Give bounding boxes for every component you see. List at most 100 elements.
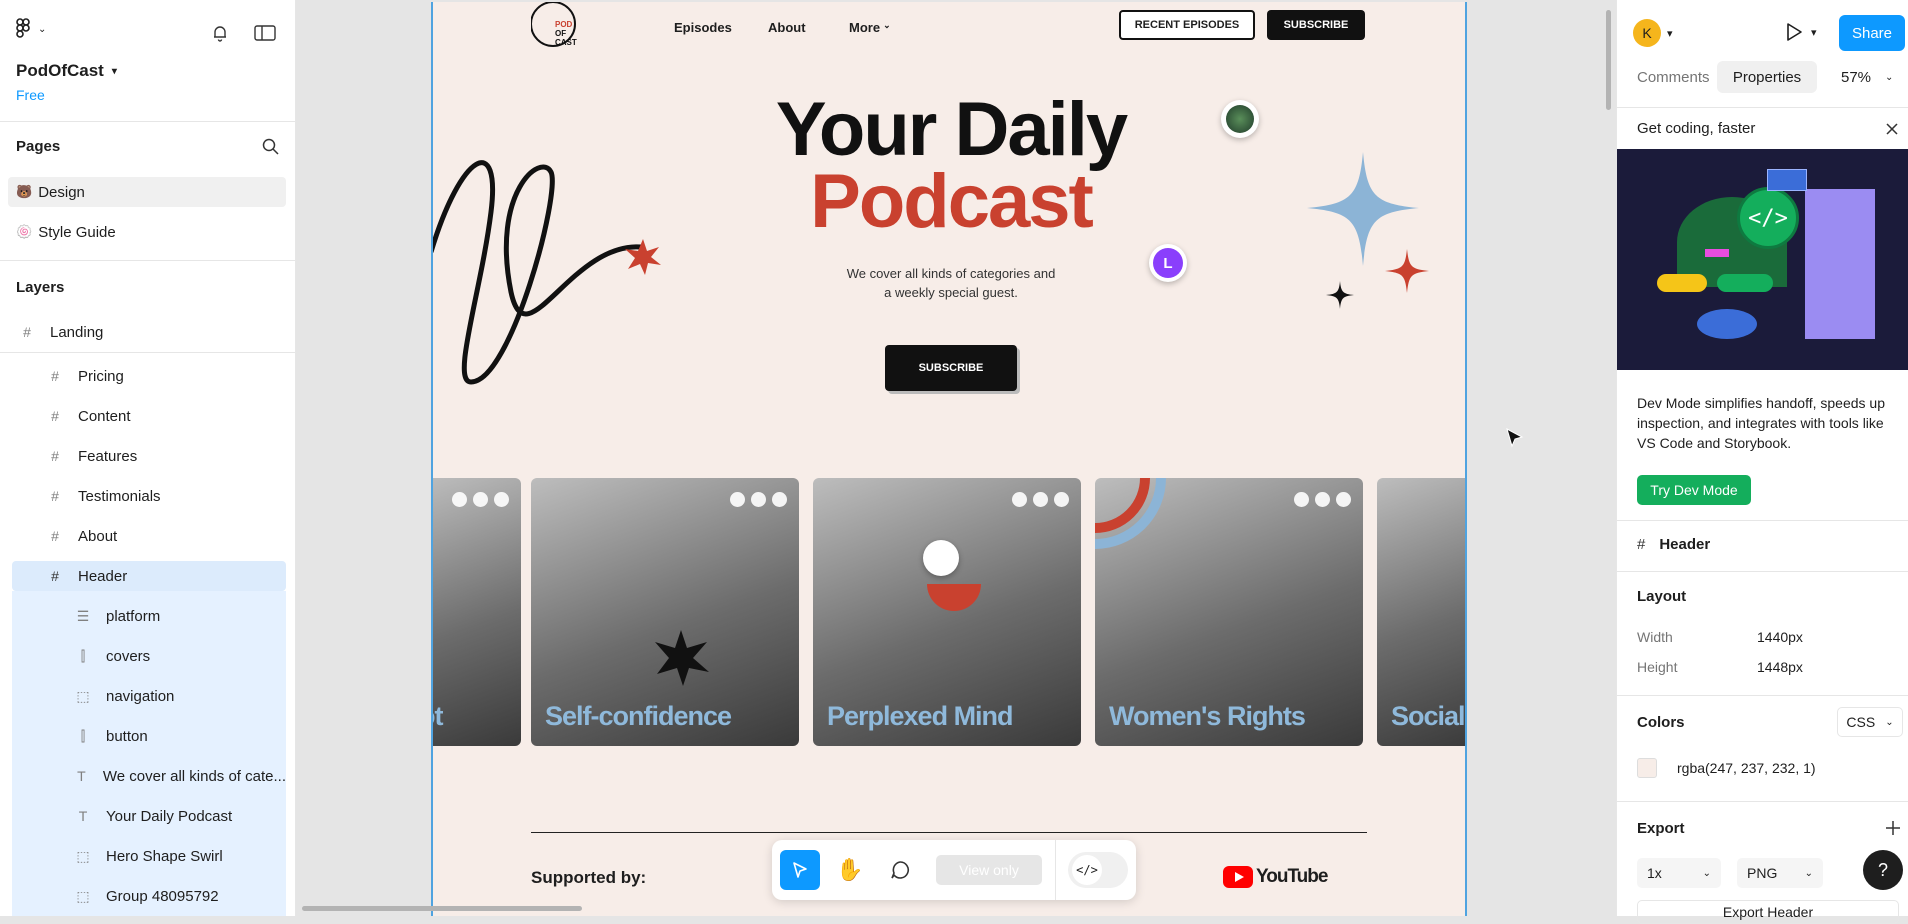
layer-button[interactable]: ⫿ button	[12, 721, 286, 751]
bottom-toolbar: ✋ View only </>	[772, 840, 1136, 900]
dev-mode-toggle[interactable]: </>	[1068, 852, 1128, 888]
chevron-down-icon: ⌄	[1804, 867, 1813, 879]
color-format-dropdown[interactable]: CSS ⌄	[1837, 707, 1903, 737]
layer-features[interactable]: # Features	[12, 441, 286, 471]
color-format-value: CSS	[1846, 714, 1876, 730]
plus-icon[interactable]	[1885, 820, 1901, 836]
page-emoji: 🐻	[16, 184, 33, 199]
episode-card[interactable]: Social	[1377, 478, 1465, 746]
plan-badge[interactable]: Free	[16, 87, 45, 103]
color-value[interactable]: rgba(247, 237, 232, 1)	[1677, 760, 1816, 776]
zoom-dropdown[interactable]: 57% ⌄	[1841, 69, 1893, 86]
collaborator-cursor[interactable]	[1221, 100, 1259, 138]
episode-card[interactable]: ot	[433, 478, 521, 746]
frame-icon: #	[51, 528, 59, 544]
autolayout-horizontal-icon: ⫿	[80, 727, 86, 744]
layer-group-48095792[interactable]: ⬚ Group 48095792	[12, 881, 286, 911]
present-button[interactable]: ▾	[1785, 22, 1817, 42]
close-icon[interactable]	[1885, 122, 1899, 136]
file-name[interactable]: PodOfCast ▾	[16, 61, 117, 81]
layer-hero-shape-swirl[interactable]: ⬚ Hero Shape Swirl	[12, 841, 286, 871]
canvas[interactable]: POD OF CAST Episodes About More ⌄ RECENT…	[296, 0, 1616, 916]
export-format-dropdown[interactable]: PNG ⌄	[1737, 858, 1823, 888]
tab-comments[interactable]: Comments	[1637, 69, 1710, 86]
layers-title: Layers	[16, 279, 65, 296]
collaborator-avatar: L	[1153, 248, 1183, 278]
try-dev-mode-button[interactable]: Try Dev Mode	[1637, 475, 1751, 505]
podcast-logo[interactable]: POD OF CAST	[531, 2, 583, 50]
export-format-value: PNG	[1747, 865, 1778, 881]
left-panel: ⌄ PodOfCast ▾ Free Pages 🐻 Design 🍥 Styl…	[0, 0, 296, 916]
layer-testimonials[interactable]: # Testimonials	[12, 481, 286, 511]
collaborator-cursor[interactable]	[923, 540, 959, 576]
user-menu[interactable]: K ▾	[1633, 19, 1673, 47]
illustration-blob	[1697, 309, 1757, 339]
nav-subscribe-button[interactable]: SUBSCRIBE	[1267, 10, 1365, 40]
layer-label: Hero Shape Swirl	[106, 847, 223, 865]
pages-title: Pages	[16, 138, 61, 155]
episode-card[interactable]: Women's Rights	[1095, 478, 1363, 746]
red-half-circle-icon	[927, 584, 981, 611]
recent-episodes-button[interactable]: RECENT EPISODES	[1119, 10, 1255, 40]
layer-text-your-daily-podcast[interactable]: T Your Daily Podcast	[12, 801, 286, 831]
hero-subscribe-button[interactable]: SUBSCRIBE	[885, 345, 1017, 391]
vertical-scrollbar[interactable]	[1606, 10, 1611, 110]
file-name-label: PodOfCast	[16, 61, 104, 80]
frame-icon: #	[51, 568, 59, 584]
tab-properties[interactable]: Properties	[1717, 61, 1817, 93]
chevron-down-icon: ⌄	[1885, 716, 1894, 728]
hand-tool-button[interactable]: ✋	[830, 850, 870, 890]
layer-label: Header	[78, 567, 128, 585]
figma-logo-icon	[16, 18, 30, 38]
horizontal-scrollbar[interactable]	[302, 906, 582, 911]
comment-icon	[891, 861, 909, 879]
episode-card-title: Women's Rights	[1109, 701, 1306, 731]
help-button[interactable]: ?	[1863, 850, 1903, 890]
pointer-icon	[793, 862, 807, 878]
toggle-sidebar-icon[interactable]	[254, 24, 276, 42]
colors-title: Colors	[1637, 714, 1685, 731]
frame-icon: #	[23, 324, 31, 340]
layer-covers[interactable]: ⫿ covers	[12, 641, 286, 671]
platform-icons	[1294, 492, 1351, 507]
layer-label: covers	[106, 647, 151, 665]
layer-navigation[interactable]: ⬚ navigation	[12, 681, 286, 711]
comment-tool-button[interactable]	[880, 850, 920, 890]
illustration-pill	[1657, 274, 1707, 292]
nav-more[interactable]: More ⌄	[849, 20, 891, 35]
bell-icon[interactable]	[211, 24, 229, 42]
export-scale-dropdown[interactable]: 1x ⌄	[1637, 858, 1721, 888]
move-tool-button[interactable]	[780, 850, 820, 890]
share-button[interactable]: Share	[1839, 15, 1905, 51]
collaborator-cursor-l[interactable]: L	[1149, 244, 1187, 282]
episode-card[interactable]: Self-confidence	[531, 478, 799, 746]
layer-platform[interactable]: ☰ platform	[12, 601, 286, 631]
main-menu-button[interactable]: ⌄	[16, 18, 46, 40]
youtube-logo: YouTube	[1223, 866, 1328, 888]
chevron-down-icon: ⌄	[38, 23, 47, 35]
layer-text-categories[interactable]: T We cover all kinds of cate...	[12, 761, 286, 791]
layer-about[interactable]: # About	[12, 521, 286, 551]
page-label: Design	[38, 183, 85, 201]
logo-text-pod: POD	[555, 20, 573, 29]
page-item-style-guide[interactable]: 🍥 Style Guide	[8, 217, 286, 247]
nav-episodes[interactable]: Episodes	[674, 20, 732, 35]
chevron-down-icon: ⌄	[883, 20, 891, 30]
page-item-design[interactable]: 🐻 Design	[8, 177, 286, 207]
layer-label: About	[78, 527, 118, 545]
header-frame[interactable]: POD OF CAST Episodes About More ⌄ RECENT…	[431, 2, 1467, 916]
search-icon[interactable]	[262, 138, 279, 155]
layer-label: Features	[78, 447, 138, 465]
export-button[interactable]: Export Header	[1637, 900, 1899, 924]
episode-card[interactable]: Perplexed Mind	[813, 478, 1081, 746]
layer-header[interactable]: # Header	[12, 561, 286, 591]
layer-content[interactable]: # Content	[12, 401, 286, 431]
logo-text-cast: CAST	[555, 38, 577, 47]
layer-landing[interactable]: # Landing	[12, 317, 286, 347]
view-only-badge: View only	[936, 855, 1042, 885]
nav-about[interactable]: About	[768, 20, 806, 35]
height-value: 1448px	[1757, 659, 1803, 675]
layer-pricing[interactable]: # Pricing	[12, 361, 286, 391]
color-swatch[interactable]	[1637, 758, 1657, 778]
layer-label: We cover all kinds of cate...	[102, 767, 286, 785]
